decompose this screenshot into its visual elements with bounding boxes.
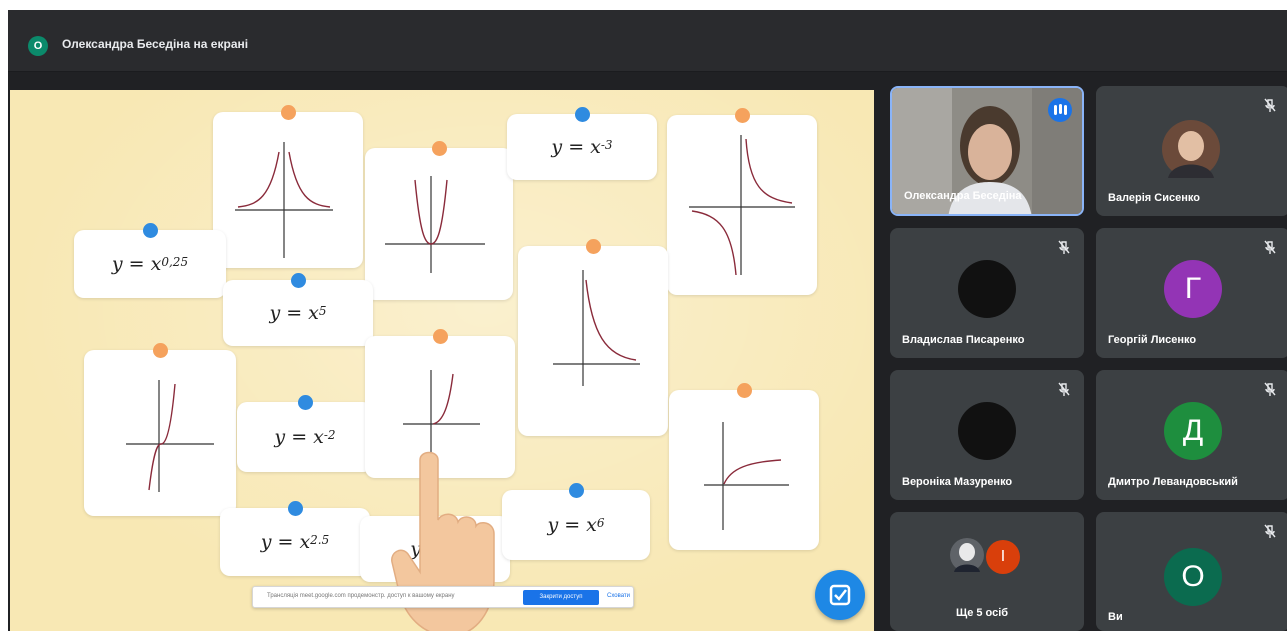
group-avatar: [950, 538, 984, 572]
formula-card[interactable]: y = x5: [223, 273, 373, 346]
mic-off-icon: [1264, 382, 1276, 396]
formula-exponent: -2: [323, 428, 336, 442]
formula-text: y = x -2: [237, 402, 373, 472]
formula-card[interactable]: y = x6: [502, 483, 650, 560]
formula-card[interactable]: y = x -3: [507, 107, 657, 180]
avatar: [958, 402, 1016, 460]
participant-name: Дмитро Левандовський: [1108, 476, 1238, 488]
graph-plot: [553, 270, 640, 386]
graph-plot: [126, 380, 214, 492]
avatar: Д: [1164, 402, 1222, 460]
avatar: Г: [1164, 260, 1222, 318]
speaking-indicator-icon: [1048, 98, 1072, 122]
mic-off-icon: [1264, 524, 1276, 538]
participant-tile[interactable]: Вероніка Мазуренко: [890, 370, 1084, 500]
profile-photo: [1162, 120, 1220, 178]
screen-share-message: Трансляція meet.google.com продемонстр. …: [267, 593, 455, 599]
participant-tile[interactable]: Владислав Писаренко: [890, 228, 1084, 358]
avatar: [958, 260, 1016, 318]
participant-tile[interactable]: Олександра Беседіна: [890, 86, 1084, 216]
avatar: І: [986, 540, 1020, 574]
formula-text: y = x6: [502, 490, 650, 560]
graph-plot: [235, 142, 333, 258]
more-participants-label: Ще 5 осіб: [956, 607, 1009, 619]
graph-card-even-power[interactable]: [365, 141, 513, 300]
self-tile[interactable]: О Ви: [1096, 512, 1287, 631]
mic-off-icon: [1264, 240, 1276, 254]
formula-card[interactable]: y = x -2: [237, 395, 373, 472]
formula-exponent: 0,25: [161, 255, 189, 269]
mic-off-icon: [1058, 240, 1070, 254]
formula-base: y = x: [111, 253, 162, 275]
participant-name: Олександра Беседіна: [904, 190, 1022, 202]
participant-tile[interactable]: Д Дмитро Левандовський: [1096, 370, 1287, 500]
graph-card-even-negative[interactable]: [213, 105, 363, 268]
formula-base: y = x: [269, 302, 319, 324]
meet-window: О Олександра Беседіна на екрані y = x -3…: [8, 10, 1287, 631]
graph-plot: [689, 135, 795, 276]
shared-screen[interactable]: y = x -3 y = x 0,25 y = x5 y = x -2 y = …: [10, 90, 874, 631]
participant-name: Вероніка Мазуренко: [902, 476, 1013, 488]
presenting-label: Олександра Беседіна на екрані: [62, 37, 249, 51]
participant-name: Владислав Писаренко: [902, 334, 1025, 346]
formula-card[interactable]: y = x 2.5: [220, 501, 370, 576]
formula-base: y = x: [547, 514, 597, 536]
mic-off-icon: [1058, 382, 1070, 396]
graph-card-odd-power[interactable]: [84, 343, 236, 516]
formula-base: y = x: [260, 531, 311, 553]
formula-text: y = x5: [223, 280, 373, 346]
screen-share-bar: Трансляція meet.google.com продемонстр. …: [252, 586, 634, 608]
graph-plot: [385, 176, 485, 273]
app-window: О Олександра Беседіна на екрані y = x -3…: [0, 0, 1287, 631]
participant-name: Георгій Лисенко: [1108, 334, 1197, 346]
presenting-bar: О Олександра Беседіна на екрані: [8, 10, 1287, 72]
participant-tile[interactable]: Валерія Сисенко: [1096, 86, 1287, 216]
formula-text: y = x 0,25: [74, 230, 226, 298]
more-participants-tile[interactable]: І Ще 5 осіб: [890, 512, 1084, 631]
avatar: О: [1164, 548, 1222, 606]
stop-sharing-button[interactable]: Закрити доступ: [523, 590, 599, 605]
checkmark-icon: [829, 584, 851, 606]
participant-tile[interactable]: Г Георгій Лисенко: [1096, 228, 1287, 358]
graph-card-odd-negative[interactable]: [667, 108, 817, 295]
formula-base: y = x: [551, 136, 601, 158]
graph-card-reciprocal[interactable]: [518, 239, 668, 436]
formula-text: y = x 2.5: [220, 508, 370, 576]
graph-plot: [704, 422, 789, 530]
mic-off-icon: [1264, 98, 1276, 112]
hide-bar-link[interactable]: Сховати: [607, 593, 630, 599]
formula-exponent: 6: [596, 516, 605, 530]
presenter-avatar: О: [28, 36, 48, 56]
formula-exponent: 2.5: [310, 533, 330, 547]
participant-name: Ви: [1108, 611, 1123, 623]
graph-card-root[interactable]: [669, 383, 819, 550]
formula-card[interactable]: y = x 0,25: [74, 223, 226, 298]
formula-exponent: 5: [318, 304, 327, 318]
formula-base: y = x: [274, 426, 324, 448]
check-button[interactable]: [815, 570, 865, 620]
formula-exponent: -3: [600, 138, 613, 152]
formula-text: y = x -3: [507, 114, 657, 180]
participant-name: Валерія Сисенко: [1108, 192, 1200, 204]
